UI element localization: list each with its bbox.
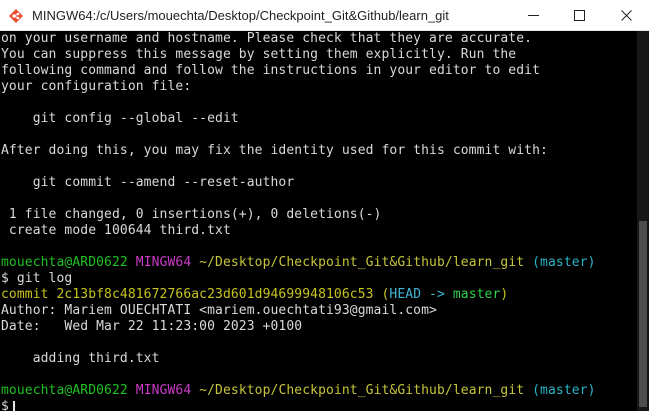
terminal-text: adding third.txt [1, 351, 160, 366]
terminal-text: following command and follow the instruc… [1, 63, 541, 78]
maximize-button[interactable] [556, 0, 602, 31]
git-bash-icon [8, 8, 24, 24]
close-button[interactable] [603, 0, 649, 31]
terminal-text: Author: Mariem OUECHTATI <mariem.ouechta… [1, 303, 437, 318]
terminal-text: MINGW64 [135, 255, 200, 270]
terminal-text: commit 2c13bf8c481672766ac23d601d9469994… [1, 287, 382, 302]
terminal-line: git config --global --edit [1, 111, 596, 127]
terminal-line: You can suppress this message by setting… [1, 47, 596, 63]
maximize-icon [573, 6, 585, 25]
terminal-text: mouechta@ARD0622 [1, 255, 136, 270]
terminal-text: your configuration file: [1, 79, 192, 94]
terminal-text: Date: Wed Mar 22 11:23:00 2023 +0100 [1, 319, 303, 334]
terminal-line: $ git log [1, 271, 596, 287]
terminal-line: Author: Mariem OUECHTATI <mariem.ouechta… [1, 303, 596, 319]
terminal-text: $ [1, 399, 9, 411]
terminal-line: mouechta@ARD0622 MINGW64 ~/Desktop/Check… [1, 383, 596, 399]
terminal-line: following command and follow the instruc… [1, 63, 596, 79]
terminal-text: (master) [524, 255, 596, 270]
terminal-line: commit 2c13bf8c481672766ac23d601d9469994… [1, 287, 596, 303]
title-bar[interactable]: MINGW64:/c/Users/mouechta/Desktop/Checkp… [0, 0, 649, 31]
terminal-text: create mode 100644 third.txt [1, 223, 231, 238]
terminal-text: ) [500, 287, 509, 302]
window-title: MINGW64:/c/Users/mouechta/Desktop/Checkp… [32, 8, 449, 23]
terminal-text: ~/Desktop/Checkpoint_Git&Github/learn_gi… [199, 383, 525, 398]
terminal-text: git config --global --edit [1, 111, 239, 126]
terminal-text: MINGW64 [135, 383, 200, 398]
terminal-text: You can suppress this message by setting… [1, 47, 517, 62]
terminal-line: mouechta@ARD0622 MINGW64 ~/Desktop/Check… [1, 255, 596, 271]
terminal-text: $ git log [1, 271, 73, 286]
terminal-text: (master) [524, 383, 596, 398]
terminal-text: master [452, 287, 501, 302]
terminal-line: git commit --amend --reset-author [1, 175, 596, 191]
text-cursor [12, 401, 15, 411]
vertical-scrollbar[interactable] [637, 31, 649, 411]
terminal-text: 1 file changed, 0 insertions(+), 0 delet… [1, 207, 382, 222]
terminal-line: your configuration file: [1, 79, 596, 95]
terminal-line: Date: Wed Mar 22 11:23:00 2023 +0100 [1, 319, 596, 335]
scrollbar-thumb[interactable] [639, 221, 647, 407]
terminal-line: After doing this, you may fix the identi… [1, 143, 596, 159]
terminal-lines: on your username and hostname. Please ch… [1, 31, 596, 411]
terminal-text: on your username and hostname. Please ch… [1, 31, 533, 46]
terminal-text: HEAD -> [389, 287, 453, 302]
terminal-text: After doing this, you may fix the identi… [1, 143, 548, 158]
terminal-line: adding third.txt [1, 351, 596, 367]
terminal-text: mouechta@ARD0622 [1, 383, 136, 398]
minimize-icon [527, 6, 539, 25]
terminal-output[interactable]: on your username and hostname. Please ch… [0, 31, 637, 411]
terminal-line: 1 file changed, 0 insertions(+), 0 delet… [1, 207, 596, 223]
close-icon [620, 6, 632, 25]
minimize-button[interactable] [510, 0, 556, 31]
terminal-text: git commit --amend --reset-author [1, 175, 295, 190]
terminal-line: $ [1, 399, 596, 411]
terminal-line: create mode 100644 third.txt [1, 223, 596, 239]
terminal-text: ~/Desktop/Checkpoint_Git&Github/learn_gi… [199, 255, 525, 270]
terminal-line: on your username and hostname. Please ch… [1, 31, 596, 47]
